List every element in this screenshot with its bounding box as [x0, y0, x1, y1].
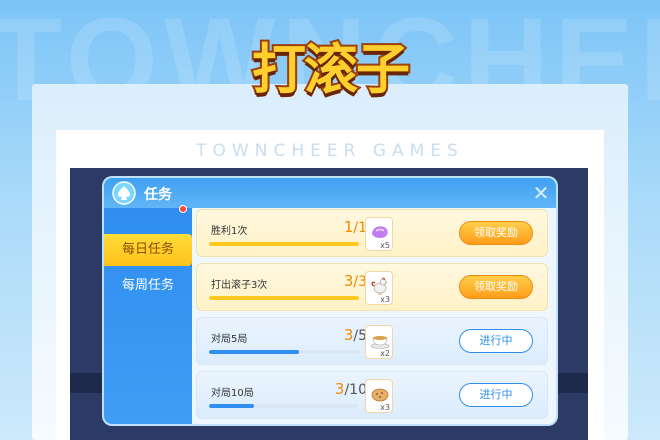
task-reward: x3 — [365, 271, 393, 305]
task-row: 对局10局 3/10 x3 进行中 — [196, 371, 548, 419]
close-icon[interactable]: ✕ — [530, 182, 552, 204]
task-name: 对局5局 — [211, 334, 248, 345]
task-row: 胜利1次 1/1 x5 领取奖励 — [196, 209, 548, 257]
task-progress-bar — [209, 404, 359, 408]
task-panel: 任务 ✕ 每日任务 每周任务 胜利1次 1/1 x5 领取奖励 打出滚子3次 3… — [104, 178, 556, 424]
task-progress-count: 3/10 — [334, 380, 367, 398]
purple-gem-icon — [372, 226, 388, 239]
notification-dot — [179, 205, 187, 213]
task-panel-header: 任务 ✕ — [104, 178, 556, 208]
game-logo-text: 打滚子 — [250, 36, 412, 103]
task-progress-count: 3/5 — [343, 326, 367, 344]
task-progress-bar — [209, 296, 359, 300]
task-reward: x5 — [365, 217, 393, 251]
spade-badge-icon — [112, 181, 136, 205]
in-progress-button[interactable]: 进行中 — [459, 383, 533, 407]
task-panel-title: 任务 — [144, 187, 172, 203]
claim-reward-button[interactable]: 领取奖励 — [459, 275, 533, 299]
task-name: 胜利1次 — [211, 226, 248, 237]
task-reward: x2 — [365, 325, 393, 359]
task-progress-bar — [209, 242, 359, 246]
reward-quantity: x3 — [380, 295, 390, 304]
task-name: 对局10局 — [211, 388, 254, 399]
task-row: 打出滚子3次 3/3 x3 领取奖励 — [196, 263, 548, 311]
reward-quantity: x2 — [380, 349, 390, 358]
claim-reward-button[interactable]: 领取奖励 — [459, 221, 533, 245]
task-progress-bar — [209, 350, 359, 354]
reward-quantity: x3 — [380, 403, 390, 412]
task-tab-sidebar: 每日任务 每周任务 — [104, 208, 192, 424]
game-logo: 打滚子 — [232, 30, 428, 110]
task-reward: x3 — [365, 379, 393, 413]
reward-quantity: x5 — [380, 241, 390, 250]
task-progress-fill — [209, 350, 299, 354]
task-progress-fill — [209, 404, 254, 408]
tab-weekly-tasks[interactable]: 每周任务 — [104, 270, 192, 302]
task-progress-fill — [209, 242, 359, 246]
rooster-icon — [371, 277, 388, 295]
task-progress-fill — [209, 296, 359, 300]
tea-cup-icon — [370, 336, 390, 349]
task-progress-count: 3/3 — [343, 272, 367, 290]
brand-text: TOWNCHEER GAMES — [196, 141, 464, 161]
in-progress-button[interactable]: 进行中 — [459, 329, 533, 353]
task-name: 打出滚子3次 — [211, 280, 268, 291]
task-row: 对局5局 3/5 x2 进行中 — [196, 317, 548, 365]
tab-daily-tasks[interactable]: 每日任务 — [104, 234, 192, 266]
task-progress-count: 1/1 — [343, 218, 367, 236]
cookie-icon — [371, 388, 389, 402]
